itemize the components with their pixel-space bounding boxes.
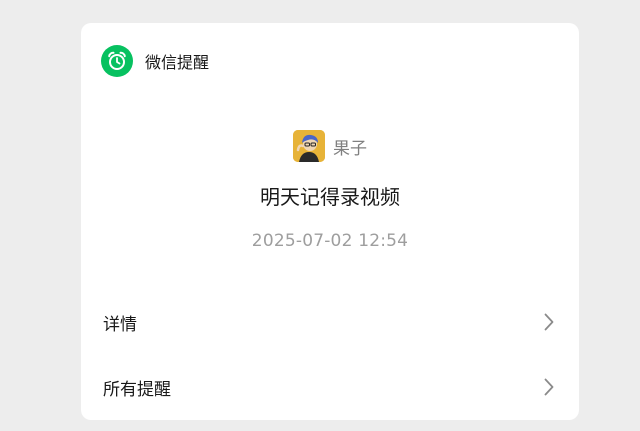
- card-header: 微信提醒: [101, 45, 209, 77]
- reminder-content: 明天记得录视频: [260, 185, 400, 209]
- avatar: [293, 130, 325, 162]
- sender-info: 果子: [81, 130, 579, 162]
- all-reminders-row[interactable]: 所有提醒: [81, 361, 579, 413]
- sender-name: 果子: [333, 138, 367, 159]
- reminder-card: 微信提醒 果子 明天记得录视频 2025-07-02 12:54 详情 所有提醒: [81, 23, 579, 420]
- detail-row[interactable]: 详情: [81, 296, 579, 348]
- chevron-right-icon: [541, 377, 557, 397]
- reminder-time: 2025-07-02 12:54: [251, 231, 409, 251]
- detail-label: 详情: [103, 314, 137, 335]
- app-name: 微信提醒: [145, 53, 210, 72]
- all-reminders-label: 所有提醒: [103, 379, 171, 400]
- alarm-clock-icon: [101, 45, 133, 77]
- chevron-right-icon: [541, 312, 557, 332]
